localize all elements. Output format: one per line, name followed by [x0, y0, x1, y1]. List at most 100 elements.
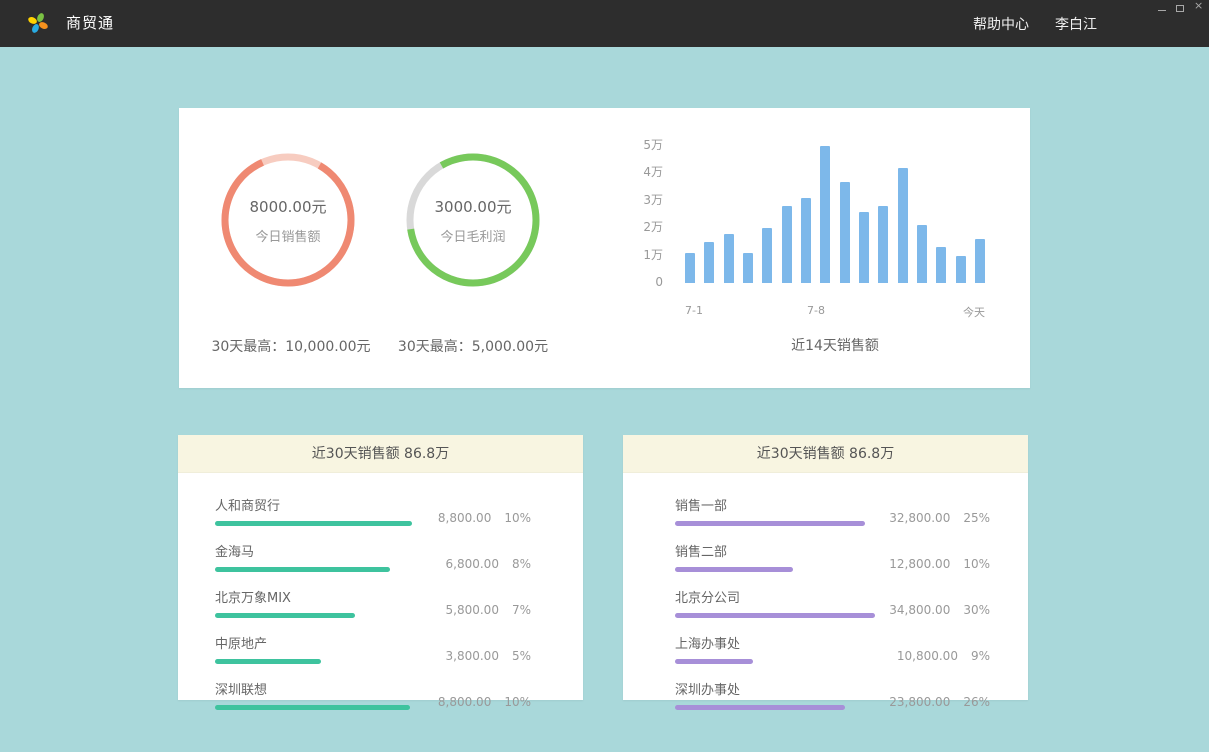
row-figures: 5,800.007%: [427, 603, 531, 618]
row-figures: 10,800.009%: [893, 649, 990, 664]
bar: [685, 253, 695, 283]
progress-bar: [675, 521, 875, 526]
panel-title: 近30天销售额 86.8万: [178, 435, 583, 473]
minimize-icon[interactable]: [1158, 10, 1166, 11]
today-sales-label: 今日销售额: [255, 226, 320, 245]
chart-x-axis: 7-1 7-8 今天: [685, 304, 985, 318]
panel-rows: 人和商贸行 8,800.00 10% 金海马 6,800.00 8% 北京万象MIX…: [178, 473, 583, 710]
row-percent: 8%: [512, 557, 531, 571]
row-name: 中原地产: [215, 633, 427, 652]
today-profit-donut: 3000.00元 今日毛利润: [403, 150, 543, 290]
today-sales-donut: 8000.00元 今日销售额: [218, 150, 358, 290]
row-percent: 10%: [504, 511, 531, 525]
customer-sales-panel: 近30天销售额 86.8万 人和商贸行 8,800.00 10% 金海马 6,80…: [178, 435, 583, 700]
progress-bar: [675, 613, 875, 618]
x-tick: 今天: [963, 304, 985, 320]
row-figures: 3,800.00 5%: [427, 649, 531, 664]
donut-center-text: 3000.00元 今日毛利润: [403, 150, 543, 290]
app-logo-icon: [27, 12, 49, 34]
username-menu[interactable]: 李白江: [1055, 14, 1097, 34]
close-icon[interactable]: [1194, 4, 1202, 12]
today-sales-value: 8000.00元: [249, 196, 326, 217]
bar: [782, 206, 792, 283]
row-value: 5,800.00: [446, 603, 499, 617]
row-percent: 9%: [971, 649, 990, 663]
bar: [975, 239, 985, 283]
profit-30d-max: 30天最高：5,000.00元: [373, 336, 573, 356]
window-controls: [1158, 3, 1202, 13]
app-title: 商贸通: [66, 0, 114, 47]
sales-30d-max: 30天最高：10,000.00元: [191, 336, 391, 356]
department-sales-panel: 近30天销售额 86.8万 销售一部 32,800.00 25% 销售二部 12,…: [623, 435, 1028, 700]
y-tick: 1万: [629, 249, 663, 261]
bar: [936, 247, 946, 283]
chart-y-axis: 5万 4万 3万 2万 1万 0: [629, 139, 663, 288]
sales-row: 上海办事处 10,800.009%: [623, 633, 1028, 664]
help-center-link[interactable]: 帮助中心: [973, 14, 1029, 34]
row-value: 23,800.00: [889, 695, 950, 709]
sales-row: 北京万象MIX 5,800.007%: [178, 587, 583, 618]
row-figures: 32,800.00 25%: [889, 511, 990, 526]
progress-bar: [215, 521, 412, 526]
row-name: 金海马: [215, 541, 427, 560]
sales-row: 销售二部 12,800.00 10%: [623, 541, 1028, 572]
row-value: 12,800.00: [889, 557, 950, 571]
row-percent: 10%: [963, 557, 990, 571]
progress-bar: [675, 705, 875, 710]
sales-row: 销售一部 32,800.00 25%: [623, 495, 1028, 526]
row-figures: 8,800.00 10%: [427, 511, 531, 526]
bar: [724, 234, 734, 283]
y-tick: 2万: [629, 221, 663, 233]
row-percent: 30%: [963, 603, 990, 617]
x-tick: 7-8: [807, 304, 825, 317]
row-name: 销售一部: [675, 495, 889, 514]
bar: [801, 198, 811, 283]
row-percent: 25%: [963, 511, 990, 525]
bar: [820, 146, 830, 283]
bar: [704, 242, 714, 283]
overview-card: 8000.00元 今日销售额 30天最高：10,000.00元 3000.00元…: [179, 108, 1030, 388]
chart-title: 近14天销售额: [685, 335, 985, 355]
today-profit-label: 今日毛利润: [440, 226, 505, 245]
sales-row: 深圳联想 8,800.0010%: [178, 679, 583, 710]
sales-row: 北京分公司 34,800.0030%: [623, 587, 1028, 618]
y-tick: 3万: [629, 194, 663, 206]
donut-center-text: 8000.00元 今日销售额: [218, 150, 358, 290]
sales-row: 人和商贸行 8,800.00 10%: [178, 495, 583, 526]
y-tick: 4万: [629, 166, 663, 178]
row-name: 深圳联想: [215, 679, 427, 698]
sales-bar-plot: [685, 146, 985, 283]
row-figures: 6,800.00 8%: [427, 557, 531, 572]
panel-rows: 销售一部 32,800.0025% 销售二部 12,800.0010% 北京分公…: [623, 473, 1028, 710]
row-name: 人和商贸行: [215, 495, 427, 514]
row-figures: 12,800.00 10%: [889, 557, 990, 572]
bar: [917, 225, 927, 283]
bar: [878, 206, 888, 283]
progress-bar: [215, 567, 412, 572]
row-figures: 8,800.0010%: [427, 695, 531, 710]
app-window: 商贸通 帮助中心 李白江 8000.00元 今日销售额 30天最高：10,000…: [0, 0, 1209, 752]
row-value: 34,800.00: [889, 603, 950, 617]
y-tick: 5万: [629, 139, 663, 151]
progress-bar: [215, 613, 412, 618]
row-value: 6,800.00: [446, 557, 499, 571]
row-name: 北京万象MIX: [215, 587, 427, 606]
titlebar: 商贸通 帮助中心 李白江: [0, 0, 1209, 47]
today-profit-value: 3000.00元: [434, 196, 511, 217]
row-figures: 23,800.0026%: [889, 695, 990, 710]
row-value: 3,800.00: [446, 649, 499, 663]
row-value: 8,800.00: [438, 511, 491, 525]
row-figures: 34,800.00 30%: [889, 603, 990, 618]
row-value: 32,800.00: [889, 511, 950, 525]
row-name: 销售二部: [675, 541, 889, 560]
progress-bar: [675, 567, 875, 572]
row-value: 8,800.00: [438, 695, 491, 709]
sales-row: 深圳办事处 23,800.0026%: [623, 679, 1028, 710]
maximize-icon[interactable]: [1176, 5, 1184, 12]
titlebar-menu: 帮助中心 李白江: [973, 0, 1097, 47]
row-percent: 5%: [512, 649, 531, 663]
sales-14d-chart: 5万 4万 3万 2万 1万 0 7-1 7-8 今天 近14天销售额: [629, 139, 1009, 369]
bar: [743, 253, 753, 283]
panel-title: 近30天销售额 86.8万: [623, 435, 1028, 473]
bar: [859, 212, 869, 283]
